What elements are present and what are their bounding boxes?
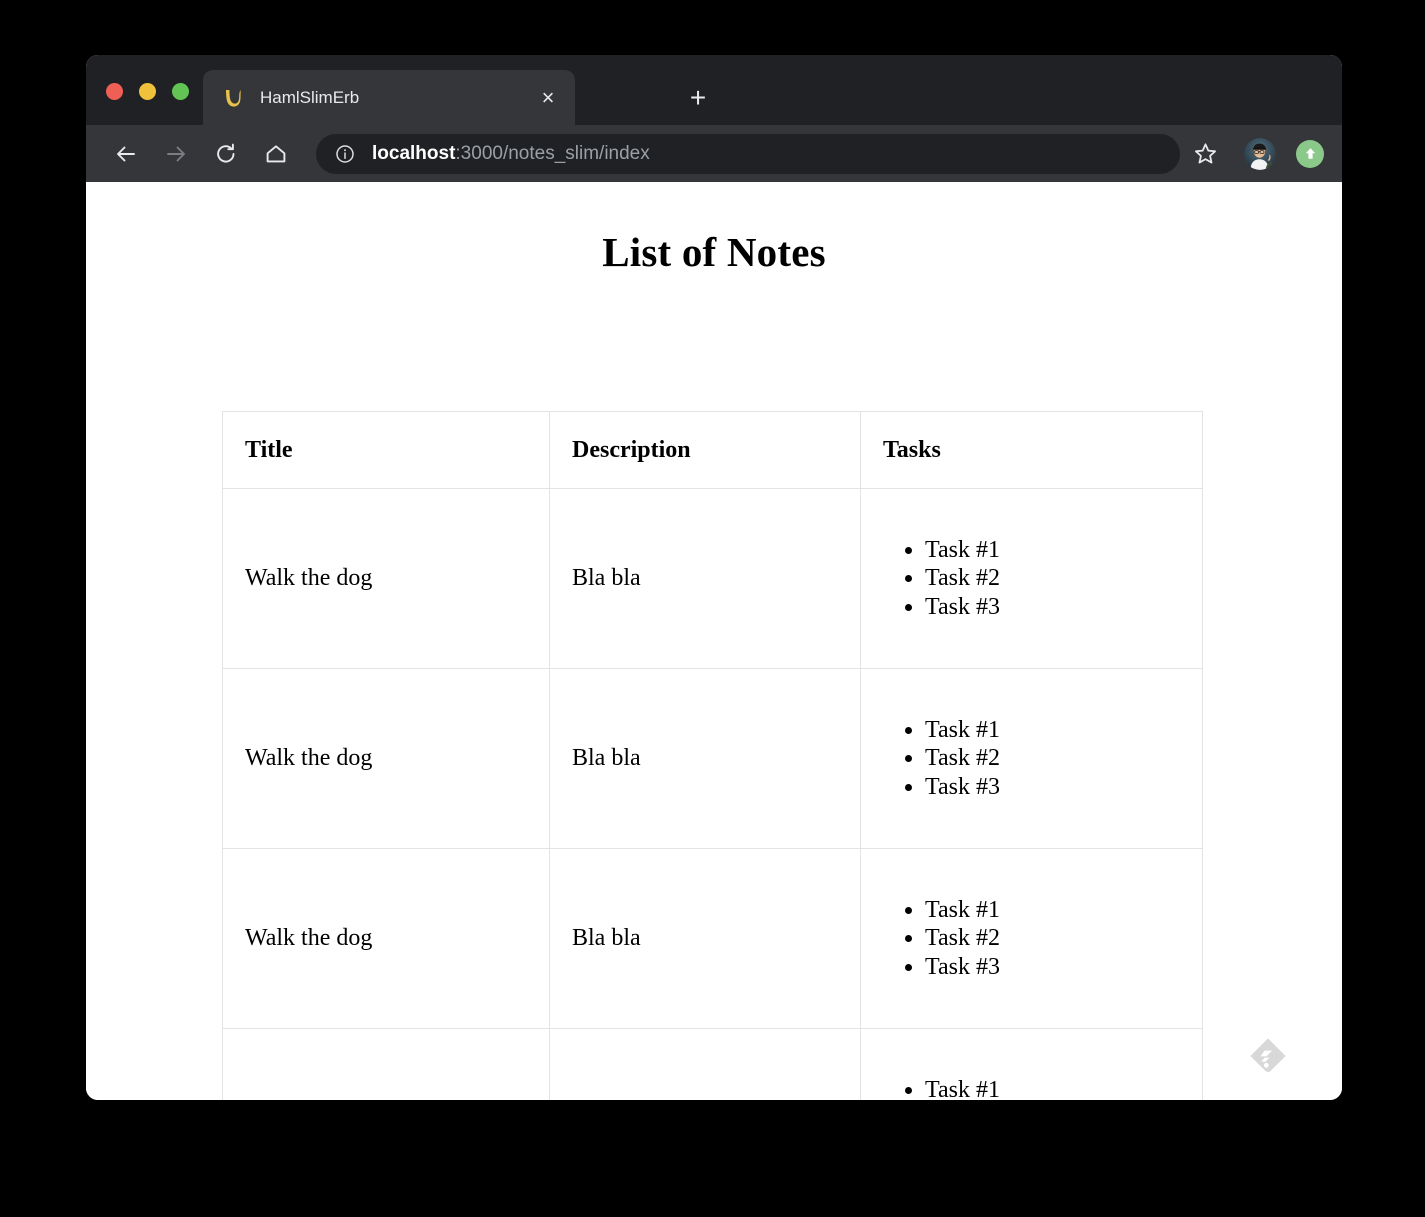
cell-tasks: Task #1Task #2Task #3 <box>861 1029 1203 1101</box>
cell-description: Bla bla <box>550 849 861 1029</box>
task-list-item: Task #1 <box>925 1076 1180 1100</box>
task-list-item: Task #3 <box>925 593 1180 621</box>
green-up-arrow-icon[interactable] <box>1296 140 1324 168</box>
task-list-item: Task #1 <box>925 536 1180 564</box>
table-row: Walk the dogBla bla Task #1Task #2Task #3 <box>223 1029 1203 1101</box>
table-body: Walk the dogBla blaTask #1Task #2Task #3… <box>223 489 1203 1101</box>
cell-title: Walk the dog <box>223 849 550 1029</box>
url-path: :3000/notes_slim/index <box>455 143 649 164</box>
cell-description: Bla bla <box>550 669 861 849</box>
task-list: Task #1Task #2Task #3 <box>883 716 1180 800</box>
task-list-item: Task #3 <box>925 773 1180 801</box>
cell-tasks: Task #1Task #2Task #3 <box>861 489 1203 669</box>
notes-table: Title Description Tasks Walk the dogBla … <box>222 411 1203 1100</box>
task-list: Task #1Task #2Task #3 <box>883 896 1180 980</box>
task-list: Task #1Task #2Task #3 <box>883 536 1180 620</box>
cell-description: Bla bla <box>550 489 861 669</box>
cell-title: Walk the dog <box>223 1029 550 1101</box>
url-host: localhost <box>372 143 455 164</box>
table-header: Title Description Tasks <box>223 412 1203 489</box>
avatar[interactable] <box>1244 138 1276 170</box>
cell-title: Walk the dog <box>223 489 550 669</box>
tab-title: HamlSlimErb <box>260 88 533 108</box>
window-controls <box>106 83 189 100</box>
cell-title: Walk the dog <box>223 669 550 849</box>
page-content: List of Notes Title Description Tasks Wa… <box>86 182 1342 1100</box>
table-header-row: Title Description Tasks <box>223 412 1203 489</box>
crescent-moon-icon <box>222 87 244 109</box>
task-list-item: Task #3 <box>925 953 1180 981</box>
cell-tasks: Task #1Task #2Task #3 <box>861 849 1203 1029</box>
task-list-item: Task #2 <box>925 924 1180 952</box>
browser-toolbar: localhost:3000/notes_slim/index <box>86 125 1342 182</box>
back-arrow-icon[interactable] <box>108 136 144 172</box>
browser-tab[interactable]: HamlSlimErb × <box>203 70 575 125</box>
new-tab-button[interactable]: + <box>682 82 714 114</box>
table-row: Walk the dogBla bla Task #1Task #2Task #3 <box>223 489 1203 669</box>
cell-tasks: Task #1Task #2Task #3 <box>861 669 1203 849</box>
window-maximize-button[interactable] <box>172 83 189 100</box>
tab-strip: HamlSlimErb × + <box>86 55 1342 125</box>
forward-arrow-icon[interactable] <box>158 136 194 172</box>
page-title: List of Notes <box>86 228 1342 276</box>
table-row: Walk the dogBla bla Task #1Task #2Task #3 <box>223 669 1203 849</box>
browser-window: HamlSlimErb × + <box>86 55 1342 1100</box>
address-bar-text: localhost:3000/notes_slim/index <box>372 143 1166 165</box>
column-header-tasks: Tasks <box>861 412 1203 489</box>
column-header-title: Title <box>223 412 550 489</box>
task-list-item: Task #1 <box>925 716 1180 744</box>
window-close-button[interactable] <box>106 83 123 100</box>
address-bar[interactable]: localhost:3000/notes_slim/index <box>316 134 1180 174</box>
column-header-description: Description <box>550 412 861 489</box>
star-icon[interactable] <box>1188 137 1222 171</box>
feedly-icon[interactable] <box>1246 1034 1290 1078</box>
task-list-item: Task #2 <box>925 564 1180 592</box>
window-minimize-button[interactable] <box>139 83 156 100</box>
reload-icon[interactable] <box>208 136 244 172</box>
info-circle-icon[interactable] <box>334 143 356 165</box>
cell-description: Bla bla <box>550 1029 861 1101</box>
task-list-item: Task #1 <box>925 896 1180 924</box>
task-list-item: Task #2 <box>925 744 1180 772</box>
home-icon[interactable] <box>258 136 294 172</box>
table-row: Walk the dogBla bla Task #1Task #2Task #3 <box>223 849 1203 1029</box>
close-icon[interactable]: × <box>533 83 563 113</box>
task-list: Task #1Task #2Task #3 <box>883 1076 1180 1100</box>
